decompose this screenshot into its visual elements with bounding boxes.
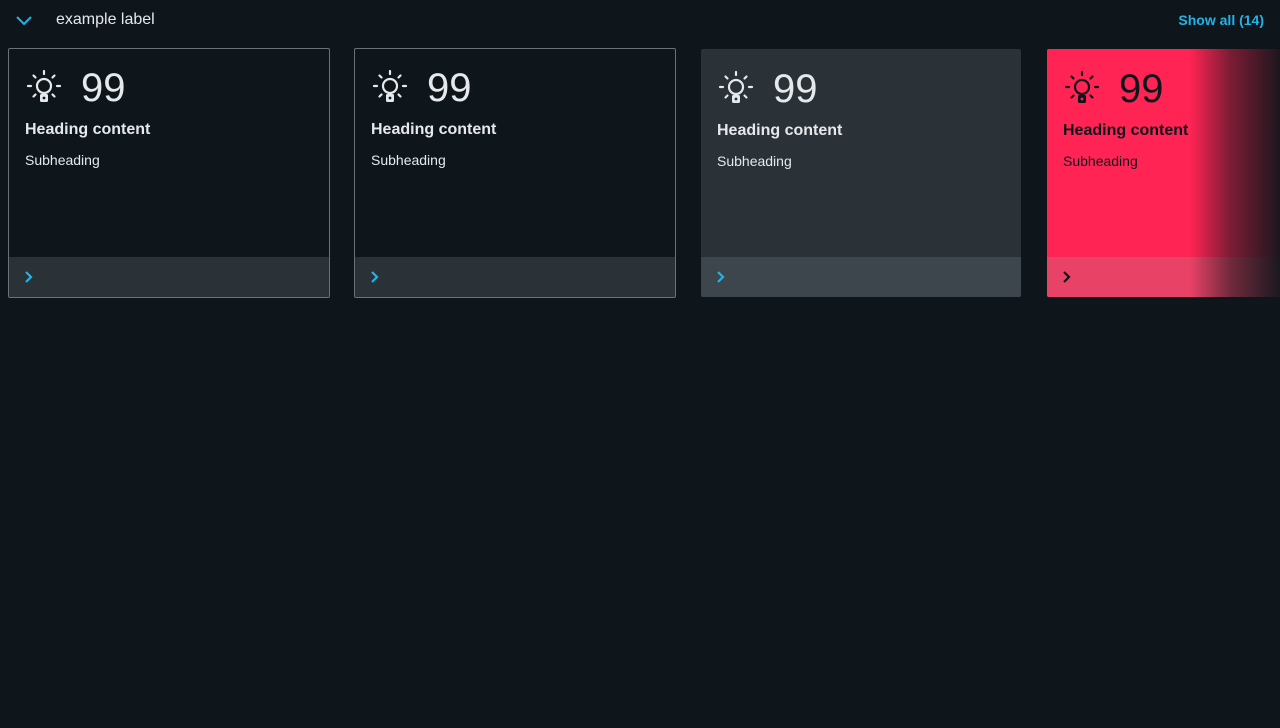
card-footer[interactable] xyxy=(9,257,329,297)
kpi-card[interactable]: 99 Heading content Subheading xyxy=(701,49,1021,297)
metric-value: 99 xyxy=(1119,67,1164,111)
card-footer[interactable] xyxy=(1047,257,1280,297)
lightbulb-icon xyxy=(1064,70,1100,103)
card-subheading: Subheading xyxy=(371,152,446,168)
section-label: example label xyxy=(56,11,155,28)
card-body: 99 Heading content Subheading xyxy=(25,66,313,170)
metric-row: 99 xyxy=(1063,67,1280,111)
metric-value: 99 xyxy=(81,66,126,110)
card-subheading: Subheading xyxy=(25,152,100,168)
card-body: 99 Heading content Subheading xyxy=(717,67,1005,171)
kpi-card[interactable]: 99 Heading content Subheading xyxy=(8,48,330,298)
metric-value: 99 xyxy=(427,66,472,110)
card-footer[interactable] xyxy=(701,257,1021,297)
lightbulb-icon xyxy=(26,69,62,102)
chevron-right-icon xyxy=(1063,271,1071,283)
card-heading: Heading content xyxy=(1063,122,1189,139)
lightbulb-icon xyxy=(718,70,754,103)
card-heading: Heading content xyxy=(371,121,497,138)
metric-row: 99 xyxy=(371,66,659,110)
metric-value: 99 xyxy=(773,67,818,111)
card-heading: Heading content xyxy=(25,121,151,138)
card-body: 99 Heading content Subheading xyxy=(1063,67,1280,171)
section-header: example label Show all (14) xyxy=(0,0,1280,40)
kpi-card-alert[interactable]: 99 Heading content Subheading xyxy=(1047,49,1280,297)
card-subheading: Subheading xyxy=(717,153,792,169)
card-footer[interactable] xyxy=(355,257,675,297)
chevron-down-icon xyxy=(16,16,32,26)
card-body: 99 Heading content Subheading xyxy=(371,66,659,170)
chevron-right-icon xyxy=(25,271,33,283)
card-subheading: Subheading xyxy=(1063,153,1138,169)
chevron-right-icon xyxy=(371,271,379,283)
lightbulb-icon xyxy=(372,69,408,102)
chevron-right-icon xyxy=(717,271,725,283)
kpi-card[interactable]: 99 Heading content Subheading xyxy=(354,48,676,298)
metric-row: 99 xyxy=(25,66,313,110)
card-heading: Heading content xyxy=(717,122,843,139)
metric-row: 99 xyxy=(717,67,1005,111)
show-all-link[interactable]: Show all (14) xyxy=(1178,11,1264,29)
collapse-button[interactable] xyxy=(14,10,34,30)
card-carousel: 99 Heading content Subheading 99 Heading… xyxy=(8,48,1280,298)
